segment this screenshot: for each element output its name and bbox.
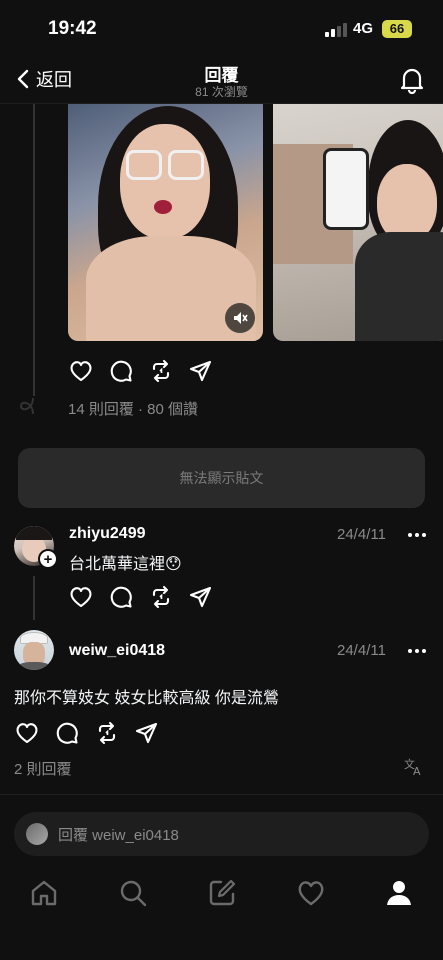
heart-icon[interactable] [68, 358, 94, 384]
profile-icon [387, 881, 411, 905]
comment-icon[interactable] [108, 358, 134, 384]
search-icon [120, 880, 147, 907]
more-icon[interactable] [408, 525, 428, 545]
nav-activity[interactable] [296, 878, 326, 908]
home-icon [31, 880, 57, 906]
reply-username[interactable]: zhiyu2499 [69, 525, 145, 543]
reply-like-count[interactable]: 14 則回覆 · 80 個讚 [68, 398, 198, 419]
divider [0, 794, 443, 795]
reply-actions [14, 720, 160, 746]
reply-date: 24/4/11 [337, 526, 386, 543]
compose-icon [209, 879, 236, 906]
comment-icon[interactable] [54, 720, 80, 746]
unavailable-post: 無法顯示貼文 [18, 448, 425, 508]
share-icon[interactable] [188, 358, 214, 384]
mute-icon [234, 312, 248, 324]
reply-date: 24/4/11 [337, 642, 386, 659]
translate-icon[interactable]: 文 A [404, 756, 424, 776]
nav-search[interactable] [118, 878, 148, 908]
share-icon[interactable] [188, 584, 214, 610]
nav-compose[interactable] [207, 878, 237, 908]
notification-button[interactable] [399, 66, 425, 95]
top-header: 返回 回覆 81 次瀏覽 [0, 56, 443, 104]
signal-icon [325, 23, 347, 37]
nav-home[interactable] [29, 878, 59, 908]
heart-icon[interactable] [14, 720, 40, 746]
reply-text: 那你不算妓女 妓女比較高級 你是流鶯 [14, 690, 279, 707]
share-icon[interactable] [134, 720, 160, 746]
network-type: 4G [353, 20, 374, 37]
activity-icon [298, 881, 324, 906]
thread-loop-icon [19, 397, 34, 415]
bottom-nav [0, 870, 443, 920]
follow-button[interactable]: + [38, 549, 58, 569]
more-icon[interactable] [408, 641, 428, 661]
status-bar: 19:42 4G 66 [0, 0, 443, 56]
video-thumbnail[interactable] [68, 104, 263, 341]
battery-icon: 66 [382, 20, 412, 38]
avatar [26, 823, 48, 845]
reply-composer[interactable]: 回覆 weiw_ei0418 [14, 812, 429, 856]
svg-text:A: A [413, 765, 421, 776]
nav-profile[interactable] [384, 878, 414, 908]
view-count: 81 次瀏覽 [195, 85, 248, 99]
reply-text: 台北萬華這裡😯 [69, 556, 182, 573]
photo-thumbnail[interactable] [273, 104, 443, 341]
thread-line [33, 576, 35, 620]
status-time: 19:42 [48, 18, 97, 39]
thread-line [33, 104, 35, 396]
post-actions [68, 358, 214, 384]
avatar[interactable] [14, 630, 54, 670]
heart-icon[interactable] [68, 584, 94, 610]
mute-button[interactable] [225, 303, 255, 333]
reply-username[interactable]: weiw_ei0418 [69, 642, 165, 660]
bell-icon [400, 68, 424, 95]
reply-actions [68, 584, 214, 610]
reply-count[interactable]: 2 則回覆 [14, 758, 72, 779]
repost-icon[interactable] [94, 720, 120, 746]
repost-icon[interactable] [148, 584, 174, 610]
media-carousel[interactable] [68, 104, 443, 342]
composer-placeholder: 回覆 weiw_ei0418 [58, 826, 179, 844]
repost-icon[interactable] [148, 358, 174, 384]
comment-icon[interactable] [108, 584, 134, 610]
